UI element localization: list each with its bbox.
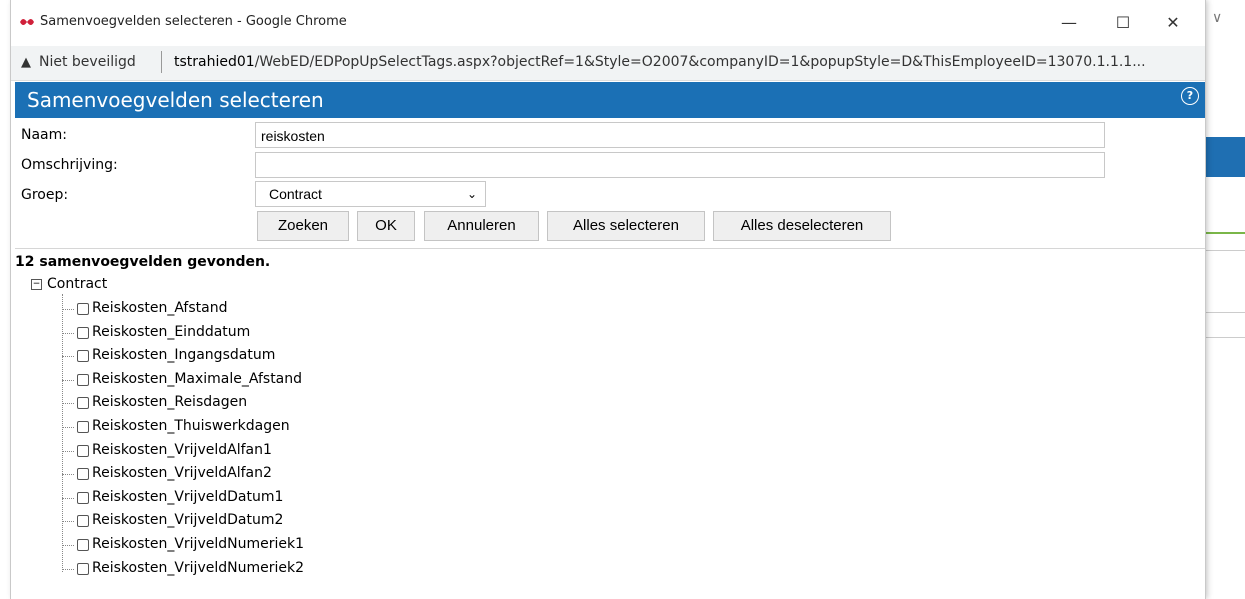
results-divider (15, 248, 1205, 249)
tree-branch-line (62, 309, 74, 310)
background-divider (1205, 337, 1245, 338)
item-checkbox[interactable] (77, 562, 89, 575)
tree-branch-line (62, 427, 74, 428)
item-checkbox[interactable] (77, 539, 89, 551)
tree-branch-line (62, 356, 74, 358)
tree-branch-line (62, 403, 74, 405)
background-browser-icons: ∨ (1212, 10, 1223, 26)
warning-icon: ▲ (21, 55, 31, 70)
name-input[interactable]: reiskosten (255, 122, 1105, 148)
deselect-all-button[interactable]: Alles deselecteren (713, 211, 891, 241)
url-text[interactable]: tstrahied01/WebED/EDPopUpSelectTags.aspx… (174, 54, 1146, 70)
app-logo-icon (20, 19, 34, 25)
results-count: 12 samenvoegvelden gevonden. (15, 254, 271, 270)
window-titlebar: Samenvoegvelden selecteren - Google Chro… (11, 0, 1205, 46)
background-header-bar (1205, 137, 1245, 177)
minimize-button[interactable]: — (1047, 9, 1091, 37)
dialog-title: Samenvoegvelden selecteren (27, 88, 324, 112)
item-checkbox[interactable] (77, 421, 89, 433)
description-input[interactable] (255, 152, 1105, 178)
tree-item-label: Reiskosten_Ingangsdatum (92, 347, 276, 364)
group-select[interactable]: Contract ⌄ (255, 181, 486, 207)
description-label: Omschrijving: (21, 157, 118, 173)
select-all-button[interactable]: Alles selecteren (547, 211, 705, 241)
close-button[interactable]: ✕ (1151, 9, 1195, 37)
tree-item-label: Reiskosten_Thuiswerkdagen (92, 418, 290, 434)
item-checkbox[interactable] (77, 303, 89, 315)
tree-branch-line (62, 545, 74, 546)
item-checkbox[interactable] (77, 444, 89, 457)
tree-item-label: Reiskosten_VrijveldNumeriek2 (92, 559, 304, 576)
tree-item-label: Reiskosten_Maximale_Afstand (92, 370, 303, 387)
tree-branch-line (62, 497, 74, 499)
item-checkbox[interactable] (77, 350, 89, 363)
security-status: Niet beveiligd (39, 54, 136, 70)
window-title: Samenvoegvelden selecteren - Google Chro… (40, 14, 347, 29)
item-checkbox[interactable] (77, 326, 89, 339)
tree-connector (62, 294, 63, 572)
tree-item-label: Reiskosten_Afstand (92, 300, 228, 316)
background-divider (1205, 312, 1245, 313)
url-host: tstrahied01 (174, 54, 255, 70)
item-checkbox[interactable] (77, 491, 89, 504)
maximize-button[interactable]: ☐ (1101, 9, 1145, 37)
tree-branch-line (62, 450, 74, 452)
tree-item-label: Reiskosten_Einddatum (92, 323, 251, 340)
help-icon[interactable]: ? (1181, 87, 1199, 105)
background-accent-line (1205, 232, 1245, 234)
tree-branch-line (62, 332, 74, 334)
tree-branch-line (62, 379, 74, 381)
item-checkbox[interactable] (77, 373, 89, 386)
address-bar[interactable]: ▲ Niet beveiligd tstrahied01/WebED/EDPop… (11, 46, 1205, 81)
cancel-button[interactable]: Annuleren (424, 211, 539, 241)
collapse-icon[interactable]: − (31, 278, 42, 290)
background-divider (1205, 250, 1245, 251)
search-button[interactable]: Zoeken (257, 211, 349, 241)
tree-branch-line (62, 474, 74, 476)
group-select-value: Contract (269, 186, 322, 202)
item-checkbox[interactable] (77, 515, 89, 528)
name-label: Naam: (21, 127, 67, 143)
tree-item-label: Reiskosten_VrijveldNumeriek1 (92, 536, 304, 552)
address-separator (161, 51, 162, 73)
tree-item-label: Reiskosten_VrijveldAlfan2 (92, 465, 272, 482)
item-checkbox[interactable] (77, 468, 89, 481)
tree-item-label: Reiskosten_VrijveldDatum1 (92, 488, 284, 505)
tree-item-label: Reiskosten_Reisdagen (92, 394, 248, 411)
popup-window: Samenvoegvelden selecteren - Google Chro… (11, 0, 1205, 599)
dialog-header: Samenvoegvelden selecteren ? (15, 82, 1205, 118)
group-label: Groep: (21, 187, 69, 203)
ok-button[interactable]: OK (357, 211, 415, 241)
tree-item-label: Reiskosten_VrijveldAlfan1 (92, 441, 272, 458)
tree-branch-line (62, 521, 74, 523)
item-checkbox[interactable] (77, 397, 89, 410)
url-path: /WebED/EDPopUpSelectTags.aspx?objectRef=… (254, 54, 1146, 70)
chevron-down-icon: ⌄ (466, 187, 477, 201)
tree-item-label: Reiskosten_VrijveldDatum2 (92, 512, 284, 529)
tree-group-label: Contract (47, 276, 108, 292)
tree-group-node[interactable]: − Contract (31, 276, 107, 292)
tree-branch-line (62, 568, 74, 570)
